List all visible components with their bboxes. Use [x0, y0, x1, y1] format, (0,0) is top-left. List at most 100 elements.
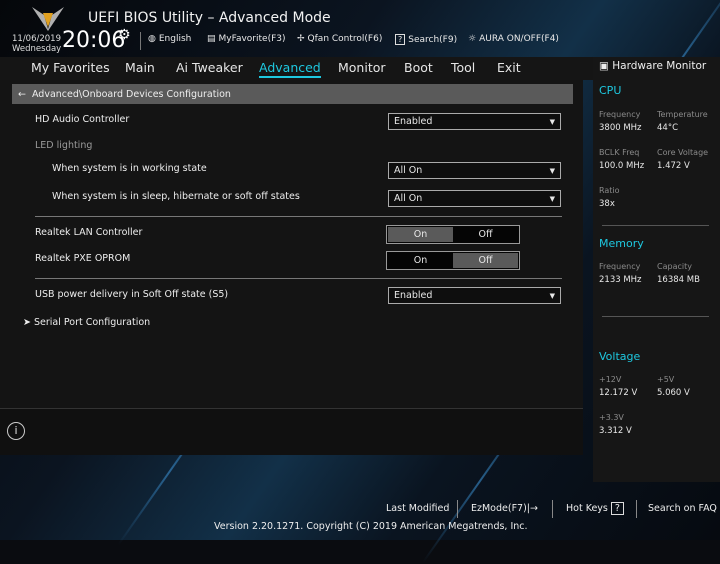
monitor-icon: ▣	[599, 60, 609, 72]
cpu-temp-value: 44°C	[657, 123, 679, 133]
value: All On	[394, 193, 423, 204]
label: MyFavorite(F3)	[218, 34, 286, 44]
led-sleep-label: When system is in sleep, hibernate or so…	[52, 191, 300, 202]
language-button[interactable]: ◍ English	[148, 34, 191, 44]
memory-heading: Memory	[599, 237, 644, 250]
date-display: 11/06/2019 Wednesday	[12, 34, 61, 54]
fan-icon: ✢	[297, 34, 305, 44]
tab-monitor[interactable]: Monitor	[338, 60, 386, 75]
search-faq-button[interactable]: Search on FAQ	[648, 503, 717, 514]
dropdown-arrow-icon: ▼	[549, 117, 555, 126]
ratio-label: Ratio	[599, 186, 620, 195]
pxe-toggle[interactable]: On Off	[386, 251, 520, 270]
label: Search(F9)	[408, 34, 458, 45]
mem-freq-label: Frequency	[599, 262, 641, 271]
date: 11/06/2019	[12, 34, 61, 44]
cpu-freq-value: 3800 MHz	[599, 123, 642, 133]
v12-label: +12V	[599, 375, 622, 384]
toggle-on[interactable]: On	[388, 227, 453, 242]
v5-value: 5.060 V	[657, 388, 690, 398]
tab-tool[interactable]: Tool	[451, 60, 475, 75]
breadcrumb[interactable]: ← Advanced\Onboard Devices Configuration	[12, 84, 573, 104]
mem-freq-value: 2133 MHz	[599, 275, 642, 285]
toggle-on[interactable]: On	[388, 253, 453, 268]
hardware-monitor-title: ▣ Hardware Monitor	[599, 60, 706, 72]
last-modified-button[interactable]: Last Modified	[386, 503, 449, 514]
help-icon: ?	[610, 502, 624, 515]
label: Serial Port Configuration	[33, 317, 151, 328]
label: Hot Keys	[566, 503, 608, 514]
favorite-icon: ▤	[207, 34, 216, 44]
divider	[636, 500, 637, 518]
qfan-control-button[interactable]: ✢ Qfan Control(F6)	[297, 34, 382, 44]
bclk-value: 100.0 MHz	[599, 161, 645, 171]
v33-label: +3.3V	[599, 413, 624, 422]
divider	[35, 278, 562, 279]
tab-boot[interactable]: Boot	[404, 60, 433, 75]
ratio-value: 38x	[599, 199, 615, 209]
tab-ai-tweaker[interactable]: Ai Tweaker	[176, 60, 243, 75]
serial-port-submenu[interactable]: ➤ Serial Port Configuration	[23, 317, 150, 328]
cpu-heading: CPU	[599, 84, 622, 97]
toggle-off[interactable]: Off	[453, 227, 518, 242]
v5-label: +5V	[657, 375, 675, 384]
mem-capacity-label: Capacity	[657, 262, 692, 271]
back-arrow-icon[interactable]: ←	[18, 89, 26, 100]
breadcrumb-text: Advanced\Onboard Devices Configuration	[31, 88, 231, 100]
dropdown-arrow-icon: ▼	[549, 194, 555, 203]
led-sleep-dropdown[interactable]: All On ▼	[388, 190, 561, 207]
divider	[140, 32, 141, 50]
mem-capacity-value: 16384 MB	[657, 275, 700, 285]
app-title: UEFI BIOS Utility – Advanced Mode	[88, 10, 331, 26]
lan-toggle[interactable]: On Off	[386, 225, 520, 244]
cpu-temp-label: Temperature	[657, 110, 708, 119]
tab-exit[interactable]: Exit	[497, 60, 521, 75]
tab-my-favorites[interactable]: My Favorites	[31, 60, 110, 75]
label: AURA ON/OFF(F4)	[479, 34, 559, 44]
divider	[35, 216, 562, 217]
dropdown-arrow-icon: ▼	[549, 291, 555, 300]
cpu-freq-label: Frequency	[599, 110, 641, 119]
tab-advanced[interactable]: Advanced	[259, 60, 321, 78]
dropdown-arrow-icon: ▼	[549, 166, 555, 175]
led-lighting-heading: LED lighting	[35, 140, 93, 151]
led-working-label: When system is in working state	[52, 163, 207, 174]
chevron-right-icon: ➤	[23, 317, 34, 328]
usb-power-label: USB power delivery in Soft Off state (S5…	[35, 289, 229, 300]
aura-button[interactable]: ☼ AURA ON/OFF(F4)	[468, 34, 559, 44]
hd-audio-dropdown[interactable]: Enabled ▼	[388, 113, 561, 130]
myfavorite-button[interactable]: ▤ MyFavorite(F3)	[207, 34, 286, 44]
search-icon: ?	[395, 34, 406, 45]
v12-value: 12.172 V	[599, 388, 638, 398]
core-voltage-value: 1.472 V	[657, 161, 690, 171]
lan-label: Realtek LAN Controller	[35, 227, 143, 238]
led-working-dropdown[interactable]: All On ▼	[388, 162, 561, 179]
v33-value: 3.312 V	[599, 426, 632, 436]
value: Enabled	[394, 290, 433, 301]
tuf-logo	[30, 5, 66, 31]
info-bar	[0, 408, 583, 455]
info-icon: i	[7, 422, 25, 440]
clock: 20:06	[62, 28, 126, 53]
hot-keys-button[interactable]: Hot Keys ?	[566, 502, 624, 515]
bclk-label: BCLK Freq	[599, 148, 640, 157]
ezmode-button[interactable]: EzMode(F7)|→	[471, 503, 538, 514]
tab-main[interactable]: Main	[125, 60, 155, 75]
value: Enabled	[394, 116, 433, 127]
divider	[552, 500, 553, 518]
globe-icon: ◍	[148, 34, 156, 44]
weekday: Wednesday	[12, 44, 62, 54]
divider	[457, 500, 458, 518]
search-button[interactable]: ? Search(F9)	[395, 34, 457, 45]
hd-audio-label: HD Audio Controller	[35, 114, 130, 125]
gear-icon[interactable]: ⚙	[118, 27, 131, 43]
value: All On	[394, 165, 423, 176]
divider	[602, 316, 709, 317]
pxe-label: Realtek PXE OPROM	[35, 253, 131, 264]
aura-light-icon: ☼	[468, 34, 477, 44]
divider	[602, 225, 709, 226]
toggle-off[interactable]: Off	[453, 253, 518, 268]
usb-power-dropdown[interactable]: Enabled ▼	[388, 287, 561, 304]
label: English	[158, 34, 192, 44]
voltage-heading: Voltage	[599, 350, 641, 363]
